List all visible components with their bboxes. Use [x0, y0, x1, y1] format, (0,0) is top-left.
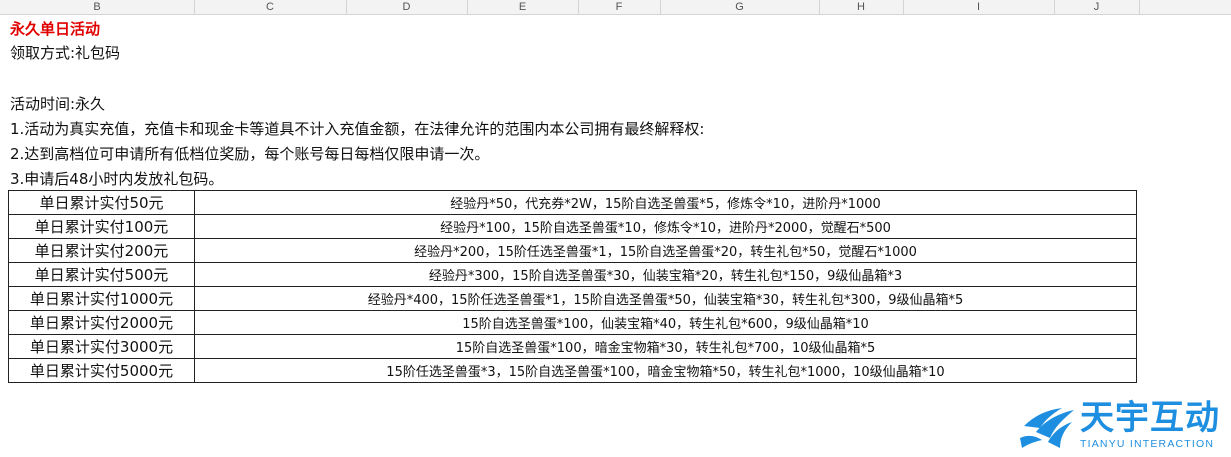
table-row: 单日累计实付500元 经验丹*300，15阶自选圣兽蛋*30，仙装宝箱*20，转生…	[8, 262, 1137, 287]
reward-cell[interactable]: 15阶任选圣兽蛋*3，15阶自选圣兽蛋*100，暗金宝物箱*50，转生礼包*10…	[194, 358, 1137, 383]
rewards-table: 单日累计实付50元 经验丹*50，代充券*2W，15阶自选圣兽蛋*5，修炼令*10…	[8, 190, 1137, 383]
tier-cell[interactable]: 单日累计实付1000元	[8, 286, 195, 311]
tier-cell[interactable]: 单日累计实付2000元	[8, 310, 195, 335]
reward-cell[interactable]: 经验丹*200，15阶任选圣兽蛋*1，15阶自选圣兽蛋*20，转生礼包*50，觉…	[194, 238, 1137, 263]
column-header-d[interactable]: D	[346, 0, 468, 14]
rule-2[interactable]: 2.达到高档位可申请所有低档位奖励，每个账号每日每档仅限申请一次。	[10, 144, 489, 164]
column-header-f[interactable]: F	[578, 0, 661, 14]
activity-title[interactable]: 永久单日活动	[10, 19, 100, 39]
tier-cell[interactable]: 单日累计实付100元	[8, 214, 195, 239]
tier-cell[interactable]: 单日累计实付500元	[8, 262, 195, 287]
tier-cell[interactable]: 单日累计实付200元	[8, 238, 195, 263]
reward-cell[interactable]: 15阶自选圣兽蛋*100，仙装宝箱*40，转生礼包*600，9级仙晶箱*10	[194, 310, 1137, 335]
table-row: 单日累计实付100元 经验丹*100，15阶自选圣兽蛋*10，修炼令*10，进阶丹…	[8, 214, 1137, 239]
column-header-e[interactable]: E	[467, 0, 579, 14]
table-row: 单日累计实付5000元 15阶任选圣兽蛋*3，15阶自选圣兽蛋*100，暗金宝物箱…	[8, 358, 1137, 383]
reward-cell[interactable]: 15阶自选圣兽蛋*100，暗金宝物箱*30，转生礼包*700，10级仙晶箱*5	[194, 334, 1137, 359]
tianyu-logo-icon	[1020, 408, 1074, 448]
tier-cell[interactable]: 单日累计实付50元	[8, 190, 195, 215]
column-header-bar: B C D E F G H I J	[0, 0, 1231, 15]
reward-cell[interactable]: 经验丹*300，15阶自选圣兽蛋*30，仙装宝箱*20，转生礼包*150，9级仙…	[194, 262, 1137, 287]
company-logo: 天宇互动 TIANYU INTERACTION	[1018, 396, 1226, 453]
table-row: 单日累计实付200元 经验丹*200，15阶任选圣兽蛋*1，15阶自选圣兽蛋*20…	[8, 238, 1137, 263]
tier-cell[interactable]: 单日累计实付3000元	[8, 334, 195, 359]
table-row: 单日累计实付3000元 15阶自选圣兽蛋*100，暗金宝物箱*30，转生礼包*70…	[8, 334, 1137, 359]
column-header-j[interactable]: J	[1054, 0, 1140, 14]
table-row: 单日累计实付2000元 15阶自选圣兽蛋*100，仙装宝箱*40，转生礼包*600…	[8, 310, 1137, 335]
rule-1[interactable]: 1.活动为真实充值，充值卡和现金卡等道具不计入充值金额，在法律允许的范围内本公司…	[10, 119, 704, 139]
column-header-g[interactable]: G	[660, 0, 820, 14]
table-row: 单日累计实付50元 经验丹*50，代充券*2W，15阶自选圣兽蛋*5，修炼令*10…	[8, 190, 1137, 215]
rewards-table-body: 单日累计实付50元 经验丹*50，代充券*2W，15阶自选圣兽蛋*5，修炼令*10…	[8, 190, 1137, 383]
column-header-c[interactable]: C	[194, 0, 347, 14]
column-header-h[interactable]: H	[819, 0, 904, 14]
table-row: 单日累计实付1000元 经验丹*400，15阶任选圣兽蛋*1，15阶自选圣兽蛋*5…	[8, 286, 1137, 311]
column-header-i[interactable]: I	[903, 0, 1055, 14]
reward-cell[interactable]: 经验丹*100，15阶自选圣兽蛋*10，修炼令*10，进阶丹*2000，觉醒石*…	[194, 214, 1137, 239]
reward-cell[interactable]: 经验丹*50，代充券*2W，15阶自选圣兽蛋*5，修炼令*10，进阶丹*1000	[194, 190, 1137, 215]
logo-name-en: TIANYU INTERACTION	[1080, 438, 1215, 450]
activity-time[interactable]: 活动时间:永久	[10, 94, 105, 114]
reward-cell[interactable]: 经验丹*400，15阶任选圣兽蛋*1，15阶自选圣兽蛋*50，仙装宝箱*30，转…	[194, 286, 1137, 311]
column-header-b[interactable]: B	[0, 0, 195, 14]
logo-name-cn: 天宇互动	[1080, 398, 1220, 438]
rule-3[interactable]: 3.申请后48小时内发放礼包码。	[10, 169, 223, 189]
claim-method[interactable]: 领取方式:礼包码	[10, 43, 120, 63]
tier-cell[interactable]: 单日累计实付5000元	[8, 358, 195, 383]
